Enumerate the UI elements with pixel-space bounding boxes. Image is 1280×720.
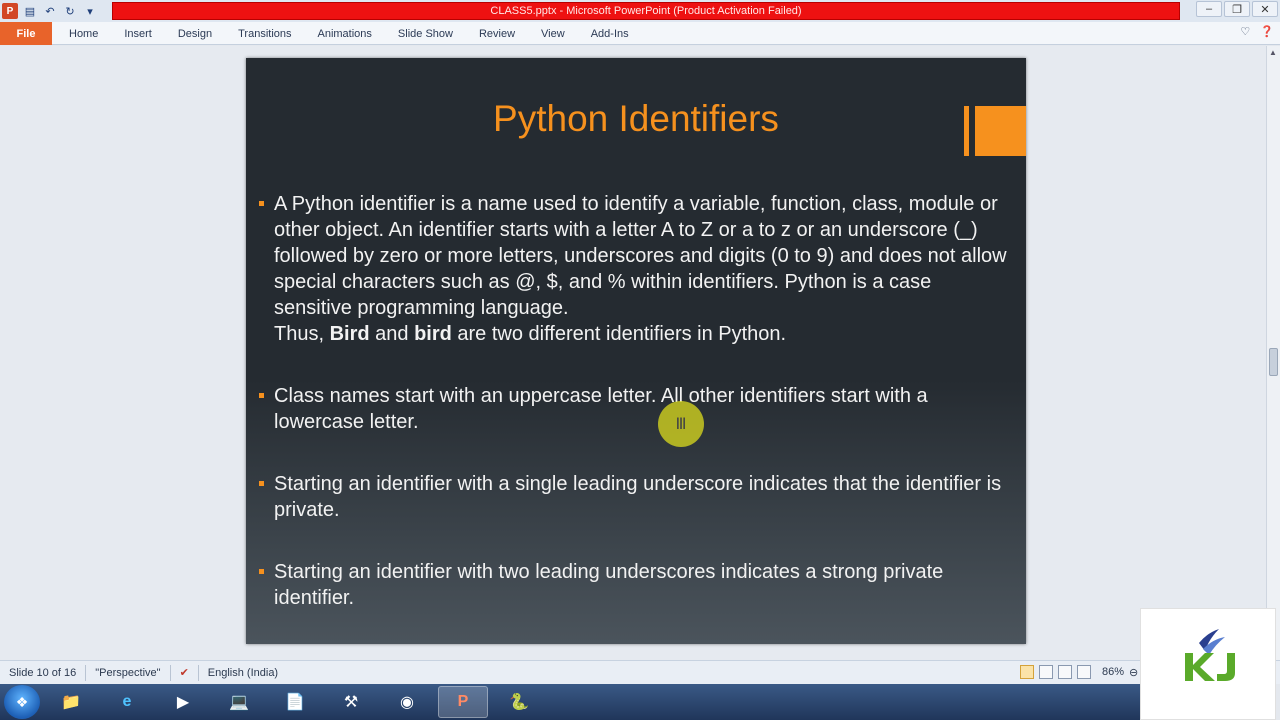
- tab-home[interactable]: Home: [56, 28, 111, 40]
- slide-indicator[interactable]: Slide 10 of 16: [0, 664, 87, 681]
- mouse-cursor-highlight: Ⅲ: [658, 401, 704, 447]
- tab-transitions[interactable]: Transitions: [225, 28, 304, 40]
- documents-icon[interactable]: 📄: [270, 686, 320, 718]
- chrome-icon[interactable]: ◉: [382, 686, 432, 718]
- bullet-marker: [259, 481, 264, 486]
- tab-review[interactable]: Review: [466, 28, 528, 40]
- text-run: are two different identifiers in Python.: [451, 323, 787, 345]
- decoration-bar-block: [975, 106, 1026, 156]
- media-player-icon[interactable]: ▶: [158, 686, 208, 718]
- slide-show-view-icon[interactable]: [1077, 665, 1091, 679]
- bold-text-run: Bird: [329, 323, 370, 345]
- bullet-marker: [259, 201, 264, 206]
- normal-view-icon[interactable]: [1020, 665, 1034, 679]
- bullet-text: Class names start with an uppercase lett…: [274, 385, 928, 433]
- tab-view[interactable]: View: [528, 28, 578, 40]
- restore-button[interactable]: ❐: [1224, 1, 1250, 17]
- close-button[interactable]: ✕: [1252, 1, 1278, 17]
- bullet-item: Starting an identifier with a single lea…: [258, 471, 1013, 523]
- window-title-bar: CLASS5.pptx - Microsoft PowerPoint (Prod…: [112, 2, 1180, 20]
- bullet-item: A Python identifier is a name used to id…: [258, 191, 1013, 347]
- text-run: Thus,: [274, 323, 330, 345]
- ribbon-tabs: File Home Insert Design Transitions Anim…: [0, 22, 1280, 45]
- tab-animations[interactable]: Animations: [305, 28, 385, 40]
- vertical-scrollbar[interactable]: ▲: [1266, 46, 1280, 660]
- start-button[interactable]: ❖: [4, 685, 40, 719]
- window-title: CLASS5.pptx - Microsoft PowerPoint (Prod…: [490, 5, 802, 17]
- tab-slide-show[interactable]: Slide Show: [385, 28, 466, 40]
- theme-name[interactable]: "Perspective": [86, 664, 171, 681]
- minimize-button[interactable]: –: [1196, 1, 1222, 17]
- powerpoint-taskbar-icon[interactable]: P: [438, 686, 488, 718]
- python-taskbar-icon[interactable]: 🐍: [494, 686, 544, 718]
- slide-canvas[interactable]: Python Identifiers A Python identifier i…: [246, 58, 1026, 644]
- view-controls: 86% ⊖: [1020, 665, 1138, 679]
- customize-qat-icon[interactable]: ▾: [82, 3, 98, 19]
- text-run: and: [369, 323, 415, 345]
- tab-design[interactable]: Design: [165, 28, 225, 40]
- windows-taskbar: ❖ 📁 e ▶ 💻 📄 ⚒ ◉ P 🐍: [0, 684, 1140, 720]
- bullet-text: A Python identifier is a name used to id…: [274, 193, 1007, 319]
- bullet-item: Starting an identifier with two leading …: [258, 559, 1013, 611]
- slide-title[interactable]: Python Identifiers: [246, 98, 1026, 140]
- powerpoint-app-icon[interactable]: P: [2, 3, 18, 19]
- tools-icon[interactable]: ⚒: [326, 686, 376, 718]
- save-icon[interactable]: ▤: [22, 3, 38, 19]
- help-icon[interactable]: ❓: [1260, 25, 1274, 38]
- spell-check-icon[interactable]: ✔: [171, 664, 199, 681]
- slide-body-text[interactable]: A Python identifier is a name used to id…: [258, 191, 1013, 647]
- kj-logo: [1140, 608, 1276, 720]
- text-cursor-icon: Ⅲ: [675, 416, 687, 433]
- quick-access-toolbar: P ▤ ↶ ↻ ▾: [0, 0, 98, 22]
- undo-icon[interactable]: ↶: [42, 3, 58, 19]
- internet-explorer-icon[interactable]: e: [102, 686, 152, 718]
- tab-add-ins[interactable]: Add-Ins: [578, 28, 642, 40]
- bullet-marker: [259, 393, 264, 398]
- reading-view-icon[interactable]: [1058, 665, 1072, 679]
- bullet-marker: [259, 569, 264, 574]
- tab-file[interactable]: File: [0, 22, 52, 45]
- minimize-ribbon-icon[interactable]: ♡: [1240, 25, 1250, 38]
- status-bar: Slide 10 of 16 "Perspective" ✔ English (…: [0, 660, 1280, 684]
- scrollbar-thumb[interactable]: [1269, 348, 1278, 376]
- bullet-item: Class names start with an uppercase lett…: [258, 383, 1013, 435]
- slide-sorter-view-icon[interactable]: [1039, 665, 1053, 679]
- decoration-bar-thin: [964, 106, 969, 156]
- zoom-level[interactable]: 86%: [1102, 666, 1124, 678]
- file-explorer-icon[interactable]: 📁: [46, 686, 96, 718]
- bullet-text-line2: Thus, Bird and bird are two different id…: [274, 321, 1013, 347]
- tab-insert[interactable]: Insert: [111, 28, 165, 40]
- kj-logo-icon: [1185, 629, 1235, 681]
- zoom-out-icon[interactable]: ⊖: [1129, 666, 1138, 679]
- scroll-up-icon[interactable]: ▲: [1269, 48, 1277, 57]
- bold-text-run: bird: [414, 323, 452, 345]
- redo-icon[interactable]: ↻: [62, 3, 78, 19]
- title-bar: P ▤ ↶ ↻ ▾ CLASS5.pptx - Microsoft PowerP…: [0, 0, 1280, 22]
- window-controls: – ❐ ✕: [1196, 1, 1278, 17]
- bullet-text: Starting an identifier with two leading …: [274, 561, 944, 609]
- network-icon[interactable]: 💻: [214, 686, 264, 718]
- language-indicator[interactable]: English (India): [199, 665, 287, 681]
- bullet-text: Starting an identifier with a single lea…: [274, 473, 1002, 521]
